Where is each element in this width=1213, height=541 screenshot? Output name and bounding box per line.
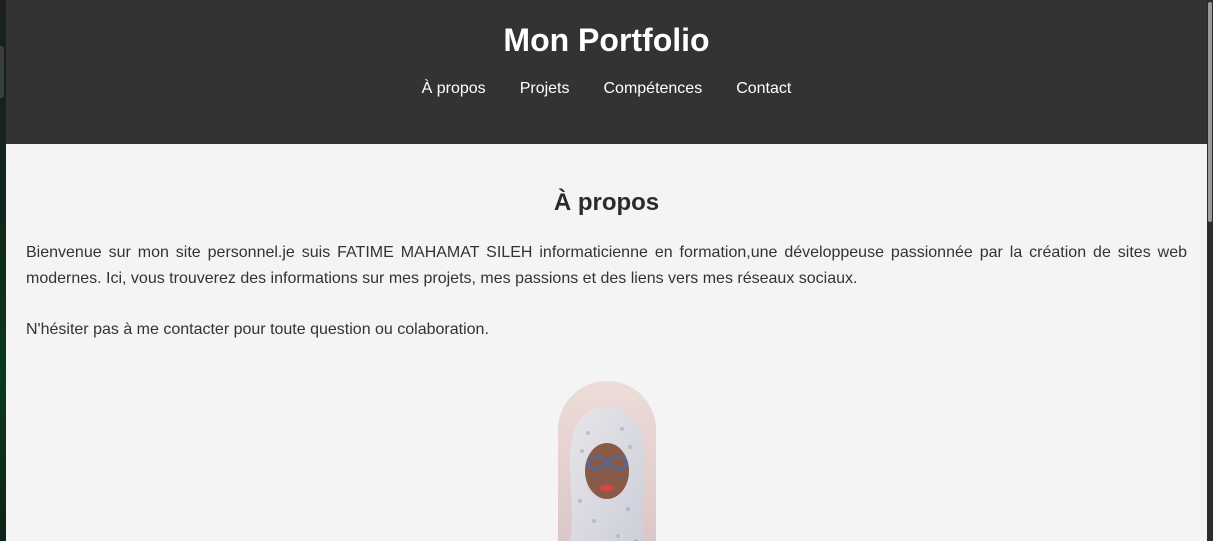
nav-link-projets[interactable]: Projets	[520, 79, 570, 99]
about-paragraph-contact: N'hésiter pas à me contacter pour toute …	[26, 321, 489, 338]
site-title: Mon Portfolio	[503, 22, 710, 58]
window-edge-handle	[0, 46, 4, 98]
profile-photo	[557, 381, 656, 541]
nav-link-contact[interactable]: Contact	[736, 79, 791, 99]
nav-link-competences[interactable]: Compétences	[603, 79, 702, 99]
profile-photo-container	[26, 381, 1187, 541]
page: Mon Portfolio À propos Projets Compétenc…	[6, 0, 1207, 541]
about-paragraph-intro: Bienvenue sur mon site personnel.je suis…	[26, 244, 1187, 287]
vertical-scrollbar[interactable]	[1207, 0, 1213, 541]
section-title: À propos	[553, 189, 660, 216]
nav-link-a-propos[interactable]: À propos	[422, 79, 486, 99]
site-header: Mon Portfolio À propos Projets Compétenc…	[6, 0, 1207, 144]
main-nav: À propos Projets Compétences Contact	[6, 79, 1207, 99]
scrollbar-thumb[interactable]	[1208, 2, 1212, 222]
about-section: À propos Bienvenue sur mon site personne…	[6, 144, 1207, 541]
profile-photo-image	[557, 381, 656, 541]
